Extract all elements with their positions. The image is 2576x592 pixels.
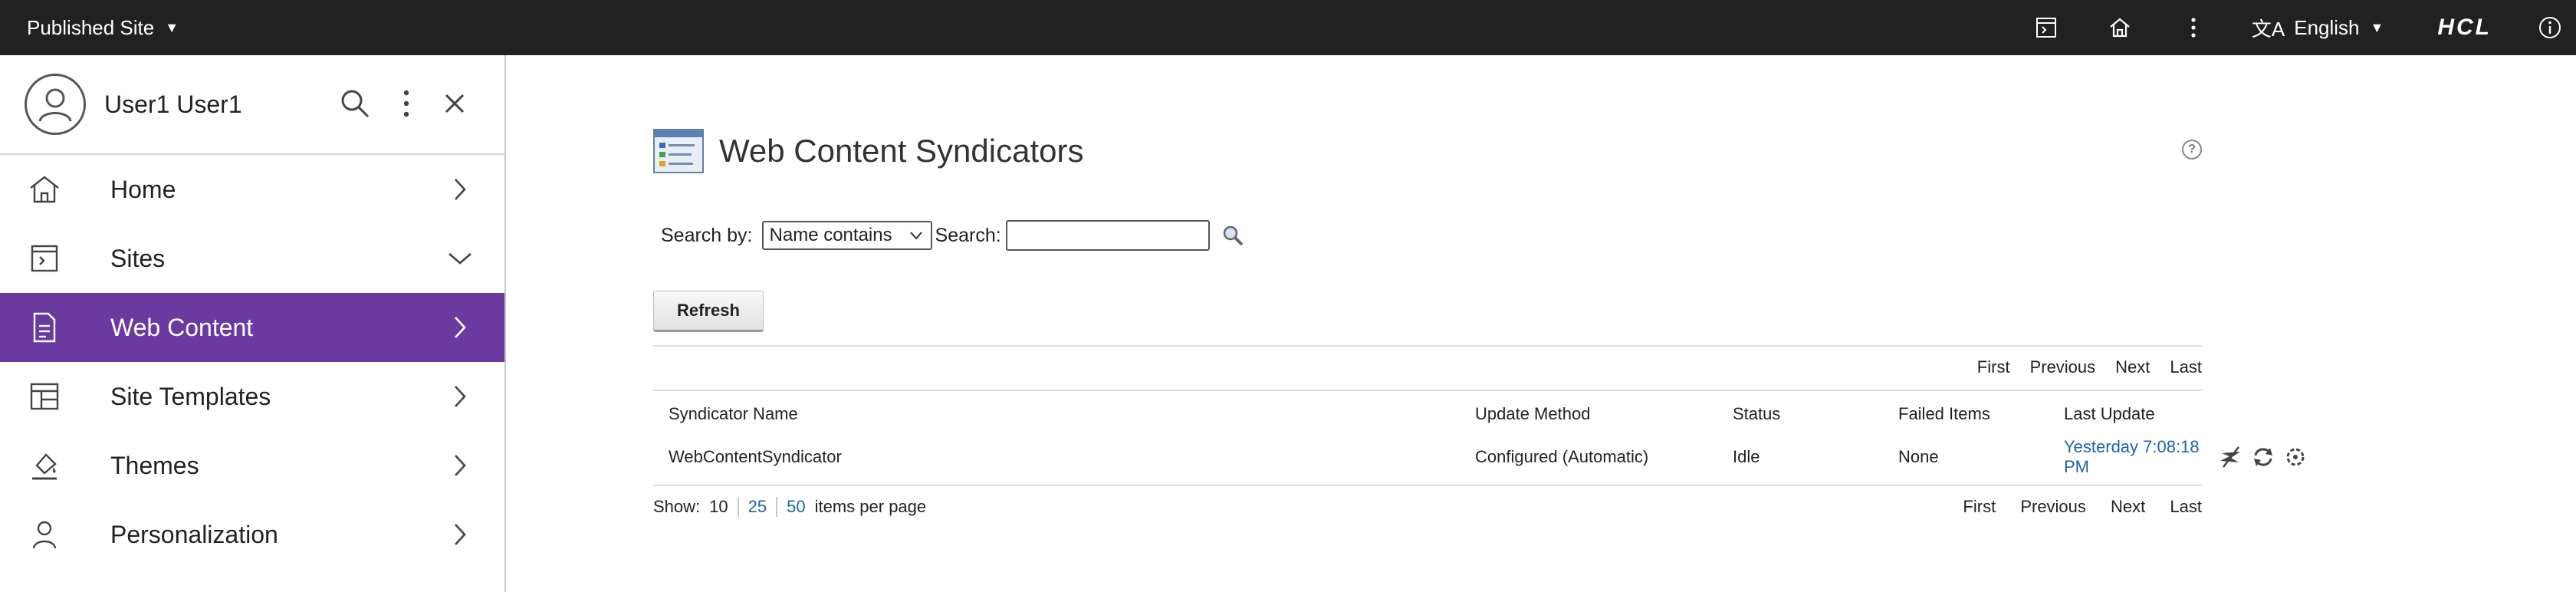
page-size-25-link[interactable]: 25 [737, 497, 767, 517]
main-content: Web Content Syndicators ? Search by: Nam… [508, 55, 2576, 592]
pager-top: First Previous Next Last [653, 345, 2202, 388]
sidebar-item-personalization[interactable]: Personalization [0, 500, 504, 569]
pager-first-link[interactable]: First [1963, 497, 1996, 516]
row-actions [2219, 445, 2308, 469]
pager-last-link[interactable]: Last [2170, 357, 2202, 377]
sites-icon [26, 240, 63, 277]
avatar [25, 74, 86, 135]
info-icon[interactable] [2535, 12, 2565, 43]
cell-status: Idle [1733, 447, 1760, 466]
search-label: Search: [935, 224, 1001, 246]
more-vertical-icon[interactable] [402, 88, 411, 123]
site-selector[interactable]: Published Site ▼ [27, 16, 179, 40]
language-label: English [2294, 15, 2360, 39]
caret-down-icon: ▼ [2370, 19, 2384, 35]
language-selector[interactable]: 文A English ▼ [2252, 14, 2384, 42]
syndicators-table: Syndicator Name Update Method Status Fai… [653, 390, 2305, 477]
pager-previous-link[interactable]: Previous [2030, 357, 2096, 377]
chevron-right-icon [445, 312, 475, 343]
sidebar-item-sites[interactable]: Sites [0, 224, 504, 293]
hcl-logo: HCL [2437, 15, 2492, 40]
pager-last-link[interactable]: Last [2170, 497, 2202, 516]
caret-down-icon: ▼ [165, 19, 179, 35]
home-icon [26, 171, 63, 208]
sidebar-item-home[interactable]: Home [0, 155, 504, 224]
chevron-right-icon [445, 519, 475, 550]
table-header-row: Syndicator Name Update Method Status Fai… [653, 391, 2202, 437]
search-by-select[interactable]: Name contains [761, 221, 932, 250]
sidebar: User1 User1 Home Sites Web Content Site … [0, 55, 506, 592]
pager-first-link[interactable]: First [1977, 357, 2010, 377]
toolbar-icon[interactable] [2031, 12, 2062, 43]
pager-previous-link[interactable]: Previous [2020, 497, 2086, 516]
pager-next-link[interactable]: Next [2115, 357, 2150, 377]
sidebar-item-label: Home [110, 175, 176, 203]
page-size-50-link[interactable]: 50 [776, 497, 806, 517]
close-icon[interactable] [442, 90, 468, 120]
column-header-last-update[interactable]: Last Update [2064, 404, 2155, 424]
cell-last-update-link[interactable]: Yesterday 7:08:18 PM [2064, 437, 2202, 477]
page-title: Web Content Syndicators [719, 133, 1084, 169]
more-vertical-icon[interactable] [2178, 12, 2209, 43]
refresh-button[interactable]: Refresh [653, 291, 764, 332]
column-header-name[interactable]: Syndicator Name [669, 404, 798, 424]
translate-icon: 文A [2251, 17, 2285, 41]
chevron-down-icon [908, 227, 925, 249]
column-header-update-method[interactable]: Update Method [1475, 404, 1590, 424]
page-size-selector: Show: 10 25 50 items per page [653, 497, 926, 517]
user-name: User1 User1 [104, 90, 242, 118]
rebuild-syndicator-icon[interactable] [2283, 445, 2308, 469]
column-header-failed-items[interactable]: Failed Items [1898, 404, 1990, 424]
search-bar: Search by: Name contains Search: [661, 220, 1245, 251]
sidebar-item-label: Site Templates [110, 382, 271, 410]
page-size-label: Show: [653, 497, 701, 516]
top-bar: Published Site ▼ 文A English ▼ HCL [0, 0, 2576, 55]
search-by-value: Name contains [769, 225, 892, 245]
paint-icon [26, 447, 63, 484]
cell-syndicator-name: WebContentSyndicator [669, 447, 842, 466]
search-icon[interactable] [1221, 223, 1245, 248]
home-icon[interactable] [2104, 12, 2135, 43]
chevron-right-icon [445, 450, 475, 481]
search-by-label: Search by: [661, 224, 753, 246]
template-icon [26, 378, 63, 415]
cell-failed-items: None [1898, 447, 1939, 466]
sidebar-item-label: Themes [110, 451, 199, 479]
pager-next-link[interactable]: Next [2111, 497, 2145, 516]
sidebar-item-web-content[interactable]: Web Content [0, 293, 504, 362]
disable-syndicator-icon[interactable] [2219, 445, 2243, 469]
syndicator-list-icon [653, 129, 704, 173]
chevron-down-icon [445, 243, 475, 274]
sidebar-item-label: Sites [110, 244, 166, 272]
document-icon [26, 309, 63, 346]
page-size-current: 10 [709, 497, 728, 516]
sidebar-item-label: Web Content [110, 313, 254, 341]
site-selector-label: Published Site [27, 15, 155, 39]
search-input[interactable] [1005, 220, 1210, 251]
chevron-right-icon [445, 381, 475, 412]
search-icon[interactable] [339, 87, 371, 123]
sidebar-item-site-templates[interactable]: Site Templates [0, 362, 504, 431]
chevron-right-icon [445, 174, 475, 205]
page-size-suffix: items per page [814, 497, 927, 516]
syndicators-portlet: Web Content Syndicators ? Search by: Nam… [653, 124, 2305, 517]
sidebar-item-themes[interactable]: Themes [0, 431, 504, 500]
sidebar-item-label: Personalization [110, 520, 278, 548]
help-icon[interactable]: ? [2182, 140, 2202, 160]
column-header-status[interactable]: Status [1733, 404, 1780, 424]
table-row: WebContentSyndicator Configured (Automat… [653, 437, 2305, 477]
cell-update-method: Configured (Automatic) [1475, 447, 1649, 466]
person-icon [26, 516, 63, 553]
pager-bottom: Show: 10 25 50 items per page First Prev… [653, 485, 2202, 528]
update-syndicator-icon[interactable] [2251, 445, 2275, 469]
user-header: User1 User1 [0, 55, 504, 155]
